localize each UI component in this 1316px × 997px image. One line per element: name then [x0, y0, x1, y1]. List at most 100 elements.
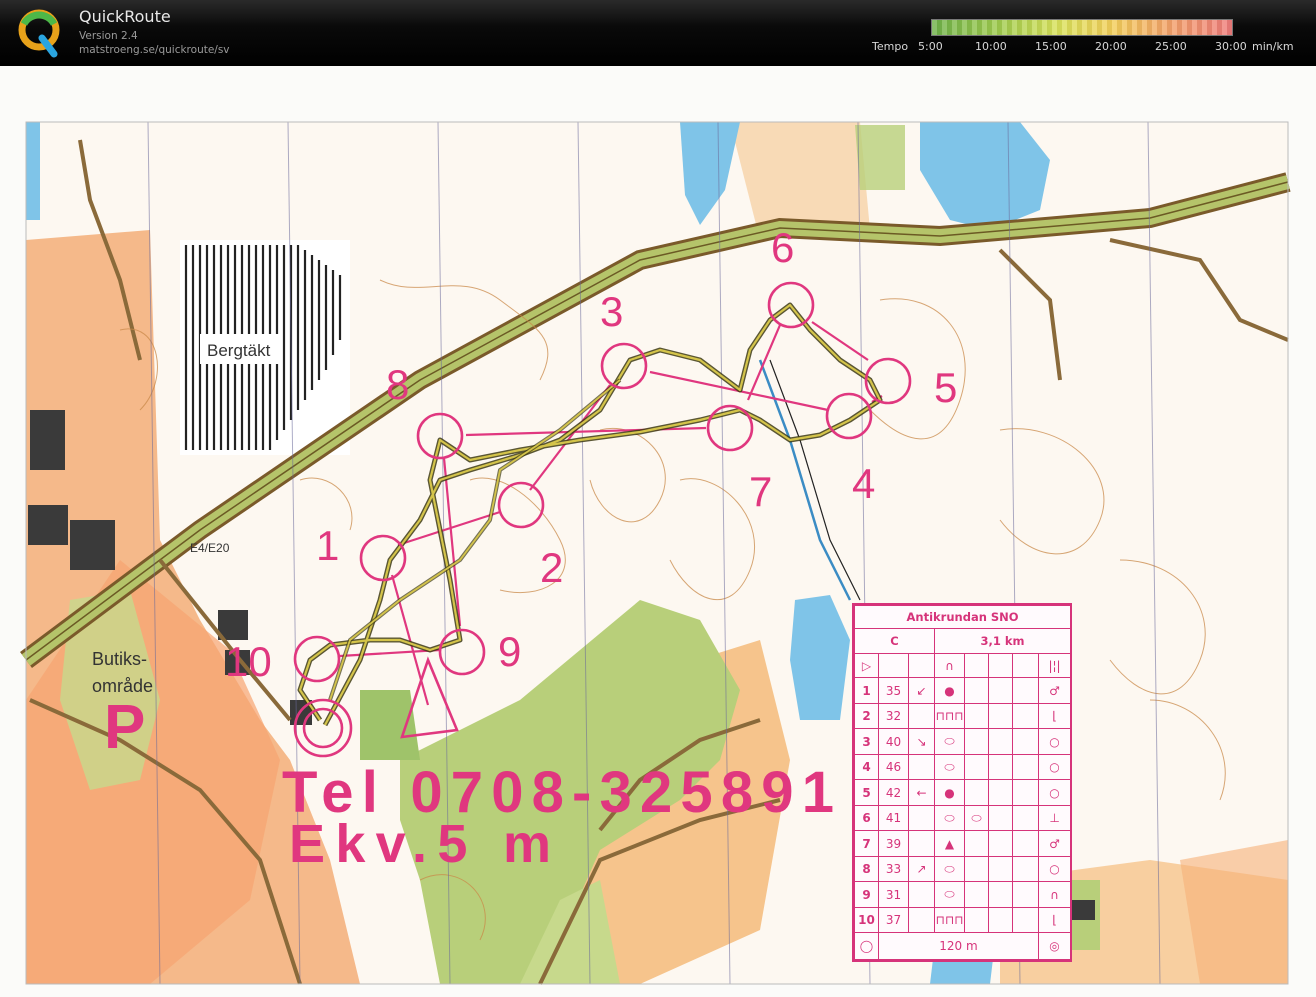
- empty-cell: [1012, 830, 1039, 857]
- empty-cell: [1012, 753, 1039, 781]
- control-number-4: 4: [852, 460, 875, 507]
- course-title: Antikrundan SNO: [853, 604, 1072, 630]
- orienteering-map: 1 2 3 4 5 6 7 8 9 10 Bergtäkt E4/E20 But…: [0, 66, 1316, 997]
- empty-cell: [1012, 855, 1039, 883]
- app-url: matstroeng.se/quickroute/sv: [79, 44, 230, 56]
- control-description-row: 7 39 ▲ ♂: [854, 830, 1072, 857]
- map-viewport[interactable]: 1 2 3 4 5 6 7 8 9 10 Bergtäkt E4/E20 But…: [0, 66, 1316, 997]
- control-code: 40: [878, 728, 909, 755]
- shopping-area-label: Butiks-: [92, 649, 147, 669]
- feature-icon: ⬭: [934, 728, 965, 755]
- tempo-tick: 30:00: [1215, 40, 1247, 53]
- control-description-row: 1 35 ↙ ● ♂: [854, 677, 1072, 704]
- tempo-color-scale: [931, 19, 1233, 36]
- empty-cell: [988, 881, 1013, 908]
- control-code: 39: [878, 830, 909, 857]
- detail-icon: [964, 906, 989, 934]
- control-row-number: 7: [854, 830, 879, 857]
- detail-icon: [964, 702, 989, 730]
- finish-start-icon: ◯: [854, 932, 879, 960]
- empty-cell: [1012, 881, 1039, 908]
- control-row-number: 8: [854, 855, 879, 883]
- control-number-1: 1: [316, 522, 339, 569]
- control-number-10: 10: [225, 638, 272, 685]
- empty-cell: [1012, 702, 1039, 730]
- location-icon: ⊥: [1037, 804, 1072, 832]
- tempo-unit: min/km: [1252, 40, 1294, 53]
- location-icon: ♂: [1037, 830, 1072, 857]
- empty-cell: [988, 855, 1013, 883]
- direction-icon: [908, 804, 935, 832]
- empty-cell: [988, 677, 1013, 704]
- empty-cell: [988, 728, 1013, 755]
- empty-cell: [1012, 804, 1039, 832]
- tempo-tick: 25:00: [1155, 40, 1187, 53]
- control-number-8: 8: [386, 361, 409, 408]
- detail-icon: [964, 753, 989, 781]
- app-header: QuickRoute Version 2.4 matstroeng.se/qui…: [0, 0, 1316, 67]
- tempo-tick: 20:00: [1095, 40, 1127, 53]
- control-code: 33: [878, 855, 909, 883]
- control-description-row: 8 33 ↗ ⬭ ○: [854, 855, 1072, 883]
- control-number-7: 7: [749, 468, 772, 515]
- tempo-tick: 10:00: [975, 40, 1007, 53]
- control-code: 31: [878, 881, 909, 908]
- control-code: 37: [878, 906, 909, 934]
- tempo-label: Tempo: [872, 40, 909, 53]
- feature-icon: ⊓⊓⊓: [934, 906, 965, 934]
- empty-cell: [988, 753, 1013, 781]
- control-number-9: 9: [498, 628, 521, 675]
- control-description-row: 10 37 ⊓⊓⊓ ⌊: [854, 906, 1072, 934]
- direction-icon: [908, 702, 935, 730]
- feature-icon: ▲: [934, 830, 965, 857]
- location-icon: ⌊: [1037, 702, 1072, 730]
- direction-icon: ↗: [908, 855, 935, 883]
- detail-icon: [964, 830, 989, 857]
- direction-icon: ↙: [908, 677, 935, 704]
- app-version: Version 2.4: [79, 30, 138, 42]
- location-icon: ♂: [1037, 677, 1072, 704]
- empty-cell: [988, 779, 1013, 806]
- control-row-number: 9: [854, 881, 879, 908]
- finish-end-icon: ◎: [1037, 932, 1072, 960]
- course-class: C: [854, 628, 935, 654]
- feature-icon: ⬭: [934, 804, 965, 832]
- control-row-number: 5: [854, 779, 879, 806]
- empty-cell: [1012, 728, 1039, 755]
- road-label: E4/E20: [190, 541, 230, 555]
- empty-cell: [988, 830, 1013, 857]
- quickroute-logo-icon: [18, 9, 60, 58]
- empty-cell: [988, 804, 1013, 832]
- quarry-label: Bergtäkt: [207, 341, 271, 360]
- feature-icon: ⬭: [934, 855, 965, 883]
- control-description-row: 4 46 ⬭ ○: [854, 753, 1072, 781]
- feature-icon: ⊓⊓⊓: [934, 702, 965, 730]
- control-number-2: 2: [540, 544, 563, 591]
- direction-icon: ↘: [908, 728, 935, 755]
- direction-icon: [908, 830, 935, 857]
- control-row-number: 10: [854, 906, 879, 934]
- detail-icon: [964, 677, 989, 704]
- detail-icon: ⬭: [964, 804, 989, 832]
- control-code: 35: [878, 677, 909, 704]
- empty-cell: [1012, 779, 1039, 806]
- direction-icon: ←: [908, 779, 935, 806]
- control-row-number: 6: [854, 804, 879, 832]
- control-description-row: 5 42 ← ● ○: [854, 779, 1072, 806]
- finish-distance: 120 m: [878, 932, 1039, 960]
- control-code: 46: [878, 753, 909, 781]
- control-code: 42: [878, 779, 909, 806]
- control-description-sheet: Antikrundan SNO C 3,1 km ▷ ∩ |¦| 1 35 ↙ ● ♂ 2…: [852, 603, 1072, 962]
- feature-icon: ⬭: [934, 881, 965, 908]
- location-icon: ⌊: [1037, 906, 1072, 934]
- control-number-5: 5: [934, 364, 957, 411]
- control-row-number: 1: [854, 677, 879, 704]
- control-description-row: 9 31 ⬭ ∩: [854, 881, 1072, 908]
- control-row-number: 4: [854, 753, 879, 781]
- control-description-row: 3 40 ↘ ⬭ ○: [854, 728, 1072, 755]
- control-number-3: 3: [600, 288, 623, 335]
- start-symbol-icon: ▷: [854, 652, 879, 679]
- location-icon: ∩: [1037, 881, 1072, 908]
- detail-icon: [964, 728, 989, 755]
- app-title: QuickRoute: [79, 7, 171, 26]
